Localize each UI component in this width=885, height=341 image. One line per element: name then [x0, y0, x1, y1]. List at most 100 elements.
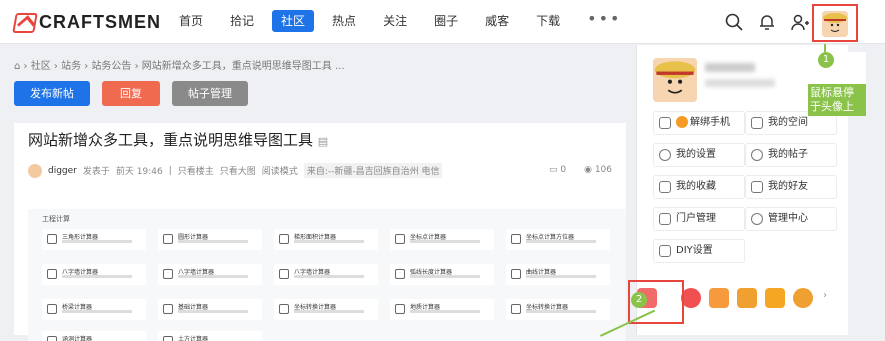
tool-icon [47, 336, 57, 341]
tool-desc [62, 240, 132, 243]
breadcrumb-item[interactable]: 社区 [31, 61, 51, 72]
tool-card[interactable]: 坐标点计算方位器 [506, 229, 610, 250]
nav-item-follow[interactable]: 关注 [374, 10, 416, 32]
nav-item-hot[interactable]: 热点 [323, 10, 365, 32]
divider: | [168, 165, 172, 176]
user-avatar-button[interactable] [812, 4, 858, 42]
post-manage-button[interactable]: 帖子管理 [172, 81, 248, 106]
author-only-link[interactable]: 只看楼主 [178, 164, 214, 177]
note-icon[interactable] [709, 288, 729, 308]
tool-card[interactable]: 八字墙计算器 [158, 264, 262, 285]
home-icon [751, 117, 763, 129]
tool-card[interactable]: 土方计算器 [158, 331, 262, 341]
large-image-link[interactable]: 只看大图 [220, 164, 256, 177]
tool-card[interactable]: 基础计算器 [158, 299, 262, 320]
menu-item-settings[interactable]: 我的设置 [653, 143, 745, 167]
tool-card[interactable]: 曲线计算器 [506, 264, 610, 285]
site-logo[interactable]: CRAFTSMEN [12, 12, 161, 33]
top-header: CRAFTSMEN 首页 拾记 社区 热点 关注 圈子 威客 下载 ••• [0, 0, 885, 44]
tool-card[interactable]: 坐标转换计算器 [274, 299, 378, 320]
tool-icon [47, 234, 57, 244]
tool-icon [511, 304, 521, 314]
chat-icon [751, 149, 763, 161]
copy-icon[interactable]: ▤ [318, 135, 328, 148]
tool-desc [62, 275, 132, 278]
group-icon[interactable] [681, 288, 701, 308]
main-area: ⌂ › 社区 › 站务 › 站务公告 › 网站新增众多工具，重点说明思维导图工具… [0, 45, 630, 341]
tool-card[interactable]: 圆形计算器 [158, 229, 262, 250]
tool-card[interactable]: 八字墙计算器 [274, 264, 378, 285]
medal-icon[interactable] [793, 288, 813, 308]
nav-item-freelance[interactable]: 威客 [476, 10, 518, 32]
tool-name: 土方计算器 [178, 336, 209, 341]
bell-icon[interactable] [757, 12, 777, 32]
tool-card[interactable]: 地质计算器 [390, 299, 494, 320]
publish-button[interactable]: 发布新帖 [14, 81, 90, 106]
view-count-value: 106 [594, 165, 612, 175]
post-title: 网站新增众多工具，重点说明思维导图工具 ▤ [28, 129, 328, 150]
nav-more-button[interactable]: ••• [578, 10, 630, 32]
nav-item-home[interactable]: 首页 [170, 10, 212, 32]
panel-avatar[interactable] [653, 58, 697, 102]
menu-item-id-card[interactable]: 解绑手机 [653, 111, 745, 135]
username-blurred [705, 63, 755, 72]
reply-button[interactable]: 回复 [102, 81, 160, 106]
breadcrumb-item[interactable]: 站务 [61, 61, 81, 72]
author-name[interactable]: digger [48, 166, 77, 176]
tool-icon [395, 234, 405, 244]
menu-item-edit[interactable]: 门户管理 [653, 207, 745, 231]
menu-item-star[interactable]: 我的收藏 [653, 175, 745, 199]
nav-item-community[interactable]: 社区 [272, 10, 315, 32]
tool-desc [294, 240, 364, 243]
menu-item-diy[interactable]: DIY设置 [653, 239, 745, 263]
tool-desc [410, 275, 480, 278]
menu-item-label: DIY设置 [676, 245, 713, 256]
user-add-icon[interactable] [790, 12, 810, 32]
post-content: 网站新增众多工具，重点说明思维导图工具 ▤ digger 发表于 前天 19:4… [14, 123, 626, 341]
avatar [822, 11, 848, 37]
post-time: 前天 19:46 [115, 167, 163, 177]
tool-card[interactable]: 梯形面积计算器 [274, 229, 378, 250]
tool-icon [395, 304, 405, 314]
tool-card[interactable]: 桥梁计算器 [42, 299, 146, 320]
nav-item-download[interactable]: 下载 [527, 10, 569, 32]
logo-text: CRAFTSMEN [39, 12, 161, 32]
tool-icon [163, 336, 173, 341]
logo-mark [12, 12, 38, 33]
step1-text: 鼠标悬停于头像上 [808, 84, 866, 116]
main-nav: 首页 拾记 社区 热点 关注 圈子 威客 下载 ••• [170, 10, 639, 32]
tool-card[interactable]: 三角形计算器 [42, 229, 146, 250]
tool-card[interactable]: 坐标转换计算器 [506, 299, 610, 320]
author-avatar[interactable] [28, 163, 42, 178]
tool-icon [279, 304, 289, 314]
tool-icon [511, 269, 521, 279]
tool-card[interactable]: 坐标点计算器 [390, 229, 494, 250]
menu-item-friends[interactable]: 我的好友 [745, 175, 837, 199]
nav-item-notes[interactable]: 拾记 [221, 10, 263, 32]
tool-desc [178, 240, 248, 243]
tool-card[interactable]: 弧线长度计算器 [390, 264, 494, 285]
heart-icon[interactable] [737, 288, 757, 308]
home-icon[interactable]: ⌂ [14, 61, 20, 72]
box-icon[interactable] [765, 288, 785, 308]
next-arrow-icon[interactable]: › [823, 290, 827, 301]
search-icon[interactable] [724, 12, 744, 32]
id-card-icon [659, 117, 671, 129]
settings-icon [659, 149, 671, 161]
menu-item-gear[interactable]: 管理中心 [745, 207, 837, 231]
comment-count[interactable]: ▭ 0 [549, 165, 566, 175]
tool-card[interactable]: 涵洞计算器 [42, 331, 146, 341]
reading-mode-link[interactable]: 阅读模式 [262, 164, 298, 177]
tool-icon [47, 269, 57, 279]
menu-item-label: 解绑手机 [690, 117, 730, 128]
breadcrumb-item[interactable]: 网站新增众多工具，重点说明思维导图工具 ... [142, 61, 345, 72]
diy-icon [659, 245, 671, 257]
breadcrumb-item[interactable]: 站务公告 [91, 61, 131, 72]
tools-screenshot: 工程计算 三角形计算器 圆形计算器 梯形面积计算器 坐标点计算器 坐标点计算方位器 八字墙… [28, 209, 626, 341]
tool-desc [294, 275, 364, 278]
tool-card[interactable]: 八字墙计算器 [42, 264, 146, 285]
menu-item-chat[interactable]: 我的帖子 [745, 143, 837, 167]
nav-item-circles[interactable]: 圈子 [425, 10, 467, 32]
tool-icon [395, 269, 405, 279]
menu-item-label: 管理中心 [768, 213, 808, 224]
